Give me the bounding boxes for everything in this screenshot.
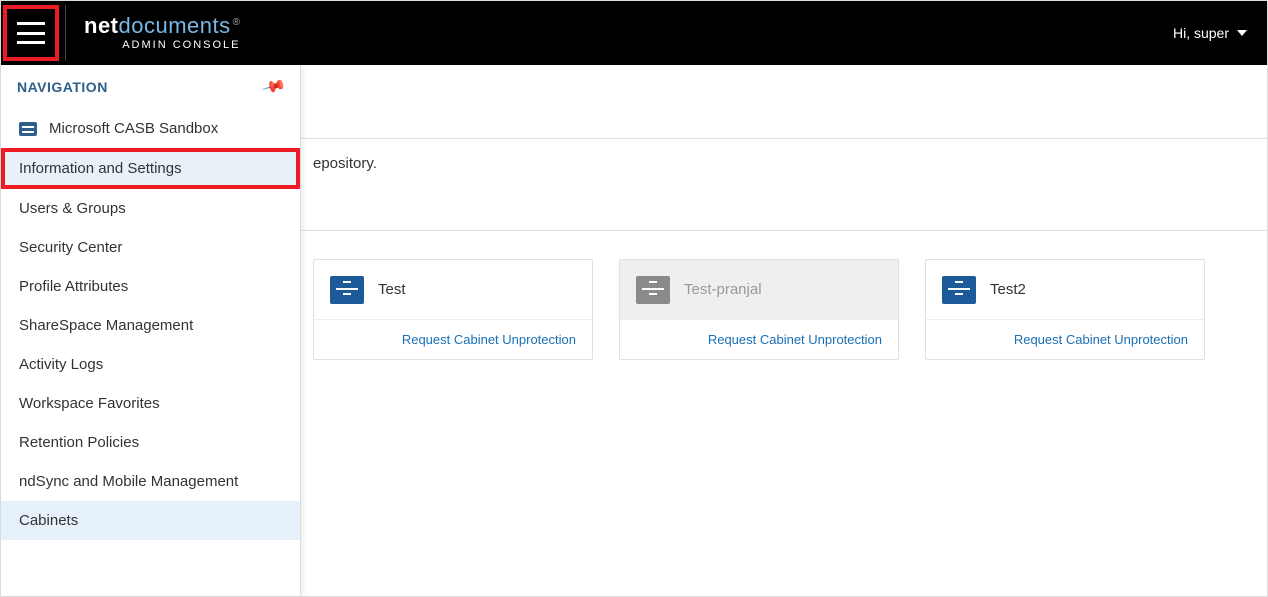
request-unprotection-link[interactable]: Request Cabinet Unprotection [708,332,882,347]
brand-registered: ® [233,17,241,28]
cabinet-card[interactable]: Test Request Cabinet Unprotection [313,259,593,360]
database-icon [19,122,37,136]
sidebar-item-label: Cabinets [19,512,78,529]
sidebar-item-label: Profile Attributes [19,278,128,295]
sidebar-item-information-settings[interactable]: Information and Settings [1,148,300,189]
cabinet-icon [330,276,364,304]
sidebar-title: NAVIGATION [17,79,108,95]
sidebar-item-label: Activity Logs [19,356,103,373]
user-greeting: Hi, super [1173,25,1229,41]
cabinet-name: Test-pranjal [684,281,762,298]
chevron-down-icon [1237,30,1247,36]
hamburger-highlight-box [3,5,59,61]
sidebar-item-label: Users & Groups [19,200,126,217]
topbar-divider [65,5,66,61]
hamburger-menu-button[interactable] [17,22,45,44]
sidebar-item-users-groups[interactable]: Users & Groups [1,189,300,228]
sidebar-item-workspace-favorites[interactable]: Workspace Favorites [1,384,300,423]
sidebar-item-label: Security Center [19,239,122,256]
brand-subtitle: ADMIN CONSOLE [84,39,241,51]
sidebar-header: NAVIGATION 📌 [1,65,300,109]
user-menu[interactable]: Hi, super [1173,25,1247,41]
cabinet-name: Test [378,281,406,298]
sidebar-item-retention-policies[interactable]: Retention Policies [1,423,300,462]
cabinet-card[interactable]: Test2 Request Cabinet Unprotection [925,259,1205,360]
cabinet-card[interactable]: Test-pranjal Request Cabinet Unprotectio… [619,259,899,360]
request-unprotection-link[interactable]: Request Cabinet Unprotection [402,332,576,347]
sidebar-item-label: ShareSpace Management [19,317,193,334]
cabinet-icon [636,276,670,304]
sidebar-item-ndsync-mobile[interactable]: ndSync and Mobile Management [1,462,300,501]
brand-net: net [84,13,119,38]
brand-documents: documents [119,13,231,38]
sidebar-item-profile-attributes[interactable]: Profile Attributes [1,267,300,306]
brand-logo: netdocuments® ADMIN CONSOLE [84,15,241,51]
navigation-sidebar: NAVIGATION 📌 Microsoft CASB Sandbox Info… [1,65,301,596]
topbar: netdocuments® ADMIN CONSOLE Hi, super [1,1,1267,65]
sidebar-item-security-center[interactable]: Security Center [1,228,300,267]
sidebar-item-label: Workspace Favorites [19,395,160,412]
sidebar-item-cabinets[interactable]: Cabinets [1,501,300,540]
sidebar-item-label: Information and Settings [19,160,182,177]
sidebar-item-label: ndSync and Mobile Management [19,473,238,490]
sidebar-item-label: Retention Policies [19,434,139,451]
cabinet-name: Test2 [990,281,1026,298]
sidebar-item-activity-logs[interactable]: Activity Logs [1,345,300,384]
pin-icon[interactable]: 📌 [260,73,288,101]
sidebar-item-sharespace-management[interactable]: ShareSpace Management [1,306,300,345]
sidebar-item-repository[interactable]: Microsoft CASB Sandbox [1,109,300,148]
sidebar-item-label: Microsoft CASB Sandbox [49,120,218,137]
nav-list: Microsoft CASB Sandbox Information and S… [1,109,300,540]
request-unprotection-link[interactable]: Request Cabinet Unprotection [1014,332,1188,347]
cabinet-icon [942,276,976,304]
